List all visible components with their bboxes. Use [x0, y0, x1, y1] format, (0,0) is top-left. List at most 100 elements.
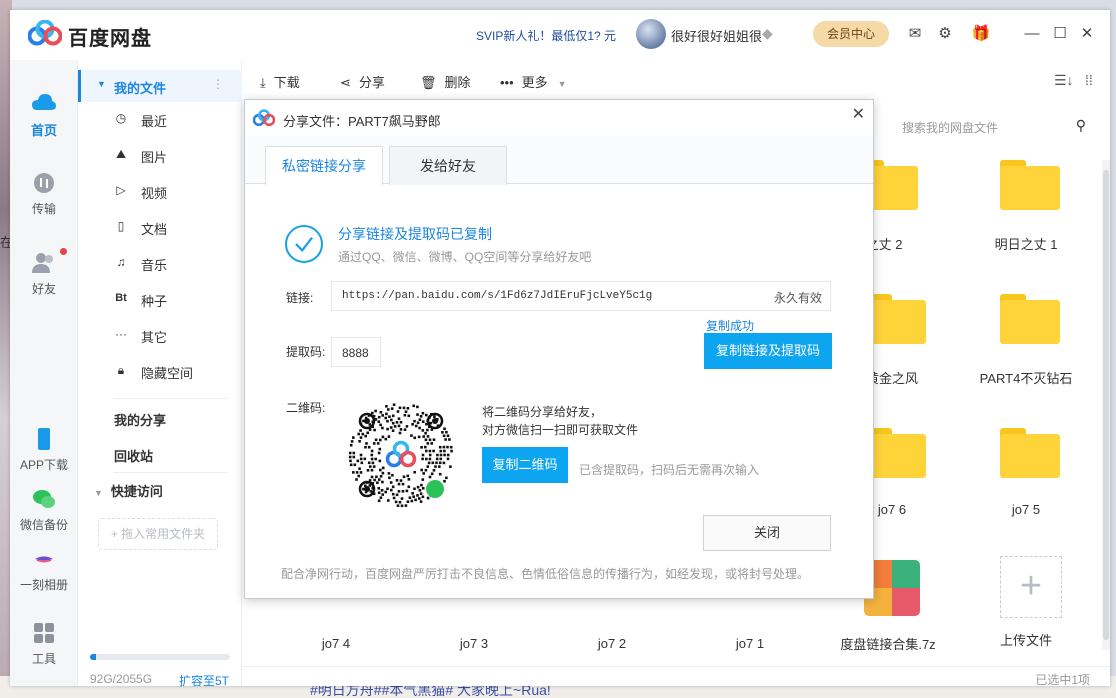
- mini-program-badge-icon: [426, 480, 444, 498]
- sidebar-item-music[interactable]: ♫ 音乐: [78, 245, 242, 281]
- scrollbar[interactable]: [1102, 160, 1110, 650]
- sidebar-item-documents[interactable]: ▯ 文档: [78, 209, 242, 245]
- qr-module: [364, 434, 367, 438]
- qr-module: [421, 429, 425, 432]
- copy-link-button[interactable]: 复制链接及提取码: [704, 333, 832, 369]
- scrollbar-thumb[interactable]: [1103, 170, 1109, 640]
- qr-module: [386, 487, 389, 491]
- file-item-folder[interactable]: PART4不灭钻石: [966, 294, 1086, 404]
- qr-module: [377, 415, 381, 419]
- close-icon[interactable]: ✕: [852, 104, 865, 124]
- qr-module: [352, 471, 355, 474]
- close-button[interactable]: 关闭: [703, 515, 831, 551]
- sidebar-item-label: 视频: [141, 186, 168, 201]
- qr-module: [389, 426, 393, 429]
- delete-button[interactable]: 🗑︎ 删除: [420, 72, 471, 91]
- file-item-folder[interactable]: 明日之丈 1: [966, 160, 1086, 270]
- rail-transfer-label: 传输: [31, 202, 56, 216]
- sidebar-quick-access[interactable]: ▼ 快捷访问: [94, 481, 163, 500]
- svip-promo-link[interactable]: SVIP新人礼！最低仅1? 元: [476, 27, 616, 44]
- sidebar-item-recent[interactable]: ◷ 最近: [78, 101, 242, 137]
- qr-module: [414, 498, 417, 502]
- qr-module: [445, 476, 448, 480]
- qr-module: [421, 457, 424, 461]
- qr-module: [441, 431, 444, 434]
- qr-module: [374, 457, 377, 461]
- qr-module: [426, 496, 430, 500]
- qr-module: [399, 420, 403, 424]
- qr-module: [438, 461, 442, 465]
- more-button[interactable]: ••• 更多 ▼: [500, 72, 567, 91]
- qr-module: [395, 421, 399, 424]
- album-icon: [35, 556, 53, 563]
- qr-module: [377, 487, 381, 490]
- link-validity[interactable]: 永久有效: [774, 289, 822, 306]
- share-label: 分享: [358, 75, 385, 90]
- vip-center-button[interactable]: 会员中心: [813, 21, 889, 47]
- drop-folder-zone[interactable]: + 拖入常用文件夹: [98, 518, 218, 550]
- qr-module: [413, 487, 416, 491]
- qr-module: [396, 410, 400, 413]
- download-button[interactable]: ⤓ 下载: [260, 72, 300, 91]
- more-options-icon[interactable]: ⋮: [212, 77, 224, 91]
- rail-wechat-backup[interactable]: 微信备份: [10, 488, 78, 533]
- extraction-code-field[interactable]: 8888: [331, 337, 381, 367]
- qr-module: [443, 427, 446, 431]
- gift-icon[interactable]: 🎁: [971, 24, 991, 44]
- expand-storage-link[interactable]: 扩容至5T: [179, 672, 229, 689]
- expand-arrow-icon: ▼: [94, 488, 103, 498]
- qr-module: [373, 428, 376, 432]
- sidebar-item-hidden-space[interactable]: 🔒︎ 隐藏空间: [78, 353, 242, 389]
- rail-tools[interactable]: 工具: [10, 622, 78, 667]
- avatar[interactable]: [636, 19, 666, 49]
- qr-module: [448, 438, 451, 441]
- rail-app-download[interactable]: APP下载: [10, 428, 78, 473]
- sidebar-item-other[interactable]: ··· 其它: [78, 317, 242, 353]
- success-title: 分享链接及提取码已复制: [338, 226, 492, 242]
- qr-module: [359, 471, 363, 474]
- file-toolbar: ⤓ 下载 ⋖ 分享 🗑︎ 删除 ••• 更多 ▼ ☰↓ ⁞⁞: [242, 60, 1110, 100]
- qr-module: [359, 457, 363, 461]
- qr-module: [381, 435, 385, 439]
- grid-view-icon[interactable]: ⁞⁞: [1085, 72, 1093, 88]
- sidebar-item-videos[interactable]: ▷ 视频: [78, 173, 242, 209]
- tab-private-link[interactable]: 私密链接分享: [265, 146, 383, 185]
- rail-transfer[interactable]: 传输: [10, 172, 78, 217]
- search-icon[interactable]: ⚲: [1076, 117, 1086, 134]
- file-item-folder[interactable]: jo7 5: [966, 428, 1086, 538]
- rail-friends[interactable]: 好友: [10, 252, 78, 297]
- qr-module: [397, 424, 401, 428]
- maximize-button[interactable]: ☐: [1050, 24, 1070, 44]
- upload-file-tile[interactable]: + 上传文件: [966, 556, 1086, 666]
- sidebar-my-files[interactable]: ▼ 我的文件 ⋮: [78, 70, 242, 102]
- share-link-field[interactable]: https://pan.baidu.com/s/1Fd6z7JdIEruFjcL…: [331, 281, 831, 311]
- qr-module: [397, 490, 401, 493]
- mail-icon[interactable]: ✉: [905, 24, 925, 44]
- qr-module: [349, 443, 353, 447]
- sidebar-recycle-bin[interactable]: 回收站: [114, 446, 153, 465]
- qr-module: [358, 440, 361, 443]
- qr-module: [418, 497, 421, 500]
- search-input[interactable]: 搜索我的网盘文件 ⚲: [890, 112, 1090, 142]
- settings-icon[interactable]: ⚙: [935, 24, 955, 44]
- tab-send-to-friends[interactable]: 发给好友: [389, 146, 507, 185]
- sidebar-my-share[interactable]: 我的分享: [114, 410, 166, 429]
- sidebar-item-torrents[interactable]: Bt 种子: [78, 281, 242, 317]
- qr-module: [421, 478, 425, 481]
- qr-module: [433, 415, 436, 418]
- qr-module: [418, 426, 421, 430]
- username[interactable]: 很好很好姐姐很: [671, 26, 762, 45]
- close-window-button[interactable]: ✕: [1077, 24, 1097, 44]
- sidebar-item-images[interactable]: ⛰ 图片: [78, 137, 242, 173]
- rail-home[interactable]: 首页: [10, 92, 78, 139]
- minimize-button[interactable]: —: [1022, 24, 1042, 44]
- copy-qr-button[interactable]: 复制二维码: [482, 447, 568, 483]
- tools-icon: [34, 623, 54, 643]
- share-button[interactable]: ⋖ 分享: [340, 72, 385, 91]
- qr-module: [404, 504, 408, 507]
- qr-label: 二维码:: [286, 401, 326, 415]
- sort-icon[interactable]: ☰↓: [1054, 72, 1074, 89]
- qr-hint-scan: 对方微信扫一扫即可获取文件: [482, 423, 639, 437]
- rail-album[interactable]: 一刻相册: [10, 548, 78, 593]
- qr-hint-share: 将二维码分享给好友，: [482, 405, 603, 419]
